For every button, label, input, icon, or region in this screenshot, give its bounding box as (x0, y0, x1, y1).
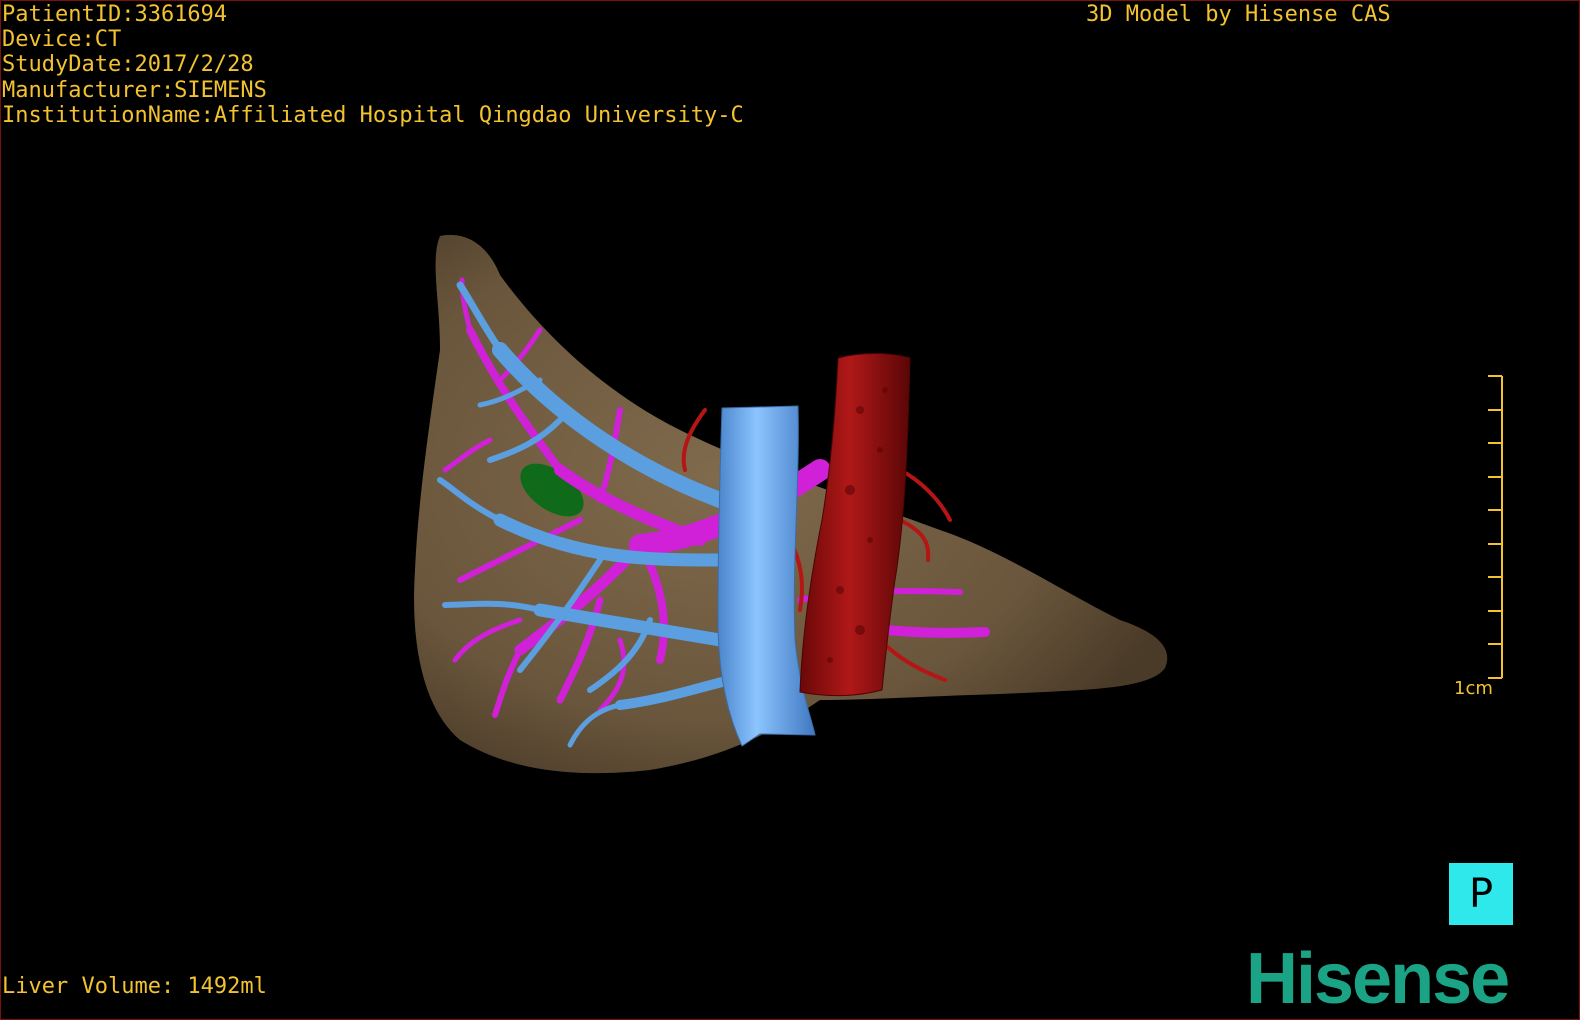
device-text: Device:CT (2, 27, 122, 53)
model-credit-text: 3D Model by Hisense CAS (1086, 2, 1391, 27)
orientation-button[interactable]: P (1449, 863, 1513, 925)
hisense-logo: Hisense (1246, 939, 1510, 1019)
3d-viewport[interactable] (0, 0, 1580, 1020)
study-date-text: StudyDate:2017/2/28 (2, 52, 254, 78)
patient-id-text: PatientID:3361694 (2, 2, 228, 27)
scale-bar-label: 1cm (1454, 678, 1493, 699)
dicom-info-overlay: PatientID:3361694 Device:CT StudyDate:20… (2, 2, 744, 128)
manufacturer-text: Manufacturer:SIEMENS (2, 77, 267, 103)
institution-text: InstitutionName:Affiliated Hospital Qing… (2, 102, 744, 128)
liver-volume-text: Liver Volume: 1492ml (2, 974, 267, 999)
scale-bar (1488, 375, 1503, 679)
